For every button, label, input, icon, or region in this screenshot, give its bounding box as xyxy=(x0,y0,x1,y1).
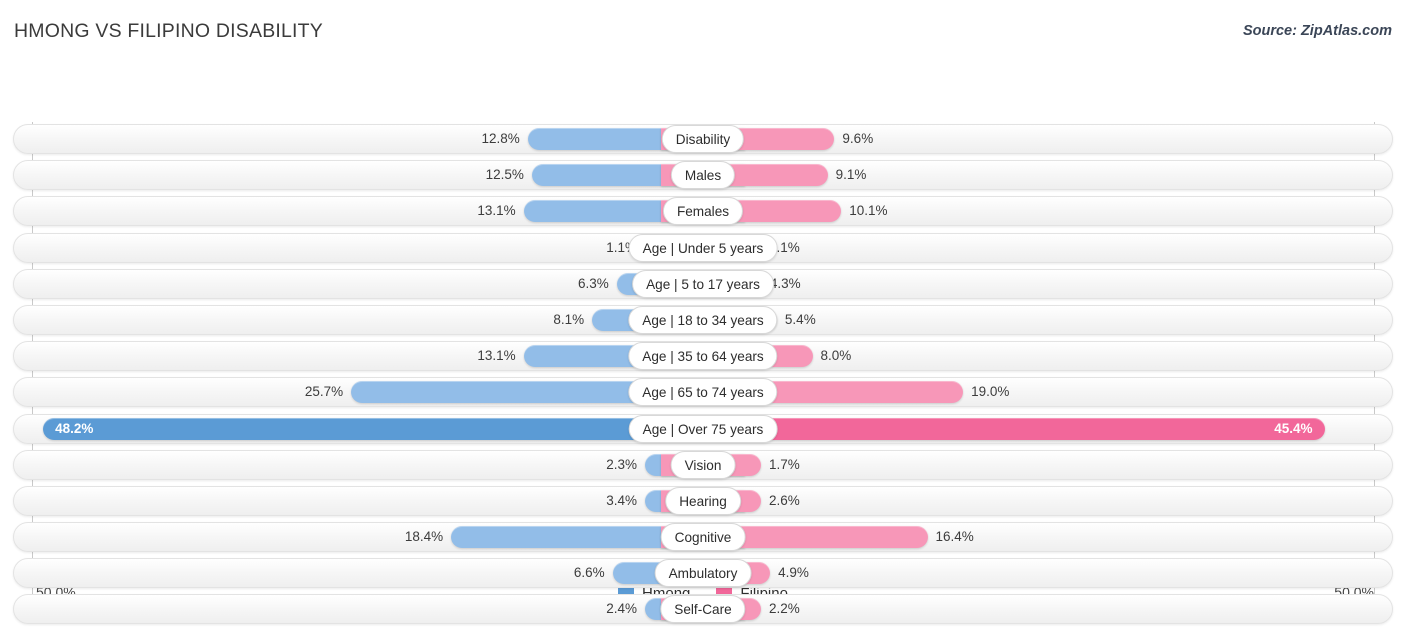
value-label-filipino: 2.6% xyxy=(769,492,800,508)
row-category-label: Vision xyxy=(670,450,736,479)
table-row: 13.1% 10.1% Females xyxy=(0,196,1406,227)
value-label-hmong: 13.1% xyxy=(477,203,516,219)
row-category-label: Self-Care xyxy=(660,595,746,624)
value-label-hmong: 1.1% xyxy=(606,239,637,255)
row-category-label: Males xyxy=(670,161,736,190)
value-label-filipino: 4.3% xyxy=(769,275,801,291)
value-label-filipino: 9.6% xyxy=(842,131,874,146)
value-label-filipino: 4.9% xyxy=(778,565,809,581)
row-category-label: Age | Over 75 years xyxy=(628,414,778,443)
row-category-label: Cognitive xyxy=(660,523,746,552)
value-label-hmong: 6.6% xyxy=(573,565,605,581)
value-label-filipino: 45.4% xyxy=(1274,420,1313,436)
table-row: 48.2% 45.4% Age | Over 75 years xyxy=(0,413,1406,444)
value-label-hmong: 12.8% xyxy=(481,131,520,146)
table-row: 6.3% 4.3% Age | 5 to 17 years xyxy=(0,268,1406,299)
value-label-filipino: 5.4% xyxy=(784,311,816,327)
table-row: 18.4% 16.4% Cognitive xyxy=(0,522,1406,553)
table-row: 3.4% 2.6% Hearing xyxy=(0,485,1406,516)
value-label-filipino: 19.0% xyxy=(971,384,1010,400)
row-category-label: Females xyxy=(662,197,744,226)
value-label-hmong: 13.1% xyxy=(477,348,516,364)
table-row: 2.3% 1.7% Vision xyxy=(0,449,1406,480)
chart-header: HMONG VS FILIPINO DISABILITY Source: Zip… xyxy=(0,0,1406,60)
value-label-hmong: 3.4% xyxy=(606,492,637,508)
value-label-hmong: 48.2% xyxy=(55,420,94,436)
row-category-label: Disability xyxy=(661,125,745,153)
value-label-hmong: 25.7% xyxy=(304,384,344,400)
row-category-label: Ambulatory xyxy=(654,559,752,588)
table-row: 6.6% 4.9% Ambulatory xyxy=(0,558,1406,589)
page-title: HMONG VS FILIPINO DISABILITY xyxy=(14,20,323,42)
value-label-hmong: 2.3% xyxy=(606,456,637,472)
source-attribution: Source: ZipAtlas.com xyxy=(1242,23,1392,39)
row-category-label: Hearing xyxy=(665,486,741,515)
row-category-label: Age | Under 5 years xyxy=(628,233,778,262)
table-row: 8.1% 5.4% Age | 18 to 34 years xyxy=(0,304,1406,335)
table-row: 13.1% 8.0% Age | 35 to 64 years xyxy=(0,341,1406,372)
table-row: 25.7% 19.0% Age | 65 to 74 years xyxy=(0,377,1406,408)
value-label-hmong: 8.1% xyxy=(553,311,585,327)
value-label-hmong: 12.5% xyxy=(485,167,524,183)
value-label-hmong: 2.4% xyxy=(606,601,637,617)
chart-rows: 12.8% 9.6% Disability 12.5% 9.1% Males 13.1% 10… xyxy=(0,124,1406,631)
row-category-label: Age | 18 to 34 years xyxy=(628,305,778,334)
row-category-label: Age | 35 to 64 years xyxy=(628,342,778,371)
row-category-label: Age | 5 to 17 years xyxy=(632,269,774,298)
value-label-filipino: 8.0% xyxy=(820,348,852,364)
table-row: 12.5% 9.1% Males xyxy=(0,160,1406,191)
value-label-filipino: 16.4% xyxy=(935,529,974,545)
value-label-filipino: 9.1% xyxy=(835,167,867,183)
value-label-filipino: 1.7% xyxy=(769,456,800,472)
table-row: 2.4% 2.2% Self-Care xyxy=(0,594,1406,625)
row-category-label: Age | 65 to 74 years xyxy=(628,378,778,407)
table-row: 1.1% 1.1% Age | Under 5 years xyxy=(0,232,1406,263)
diverging-bar-chart: 12.8% 9.6% Disability 12.5% 9.1% Males 13.1% 10… xyxy=(0,60,1406,625)
value-label-filipino: 2.2% xyxy=(769,601,800,617)
value-label-filipino: 10.1% xyxy=(849,203,888,219)
value-label-hmong: 6.3% xyxy=(577,275,609,291)
table-row: 12.8% 9.6% Disability xyxy=(0,124,1406,154)
value-label-filipino: 1.1% xyxy=(769,239,800,255)
value-label-hmong: 18.4% xyxy=(404,529,444,545)
